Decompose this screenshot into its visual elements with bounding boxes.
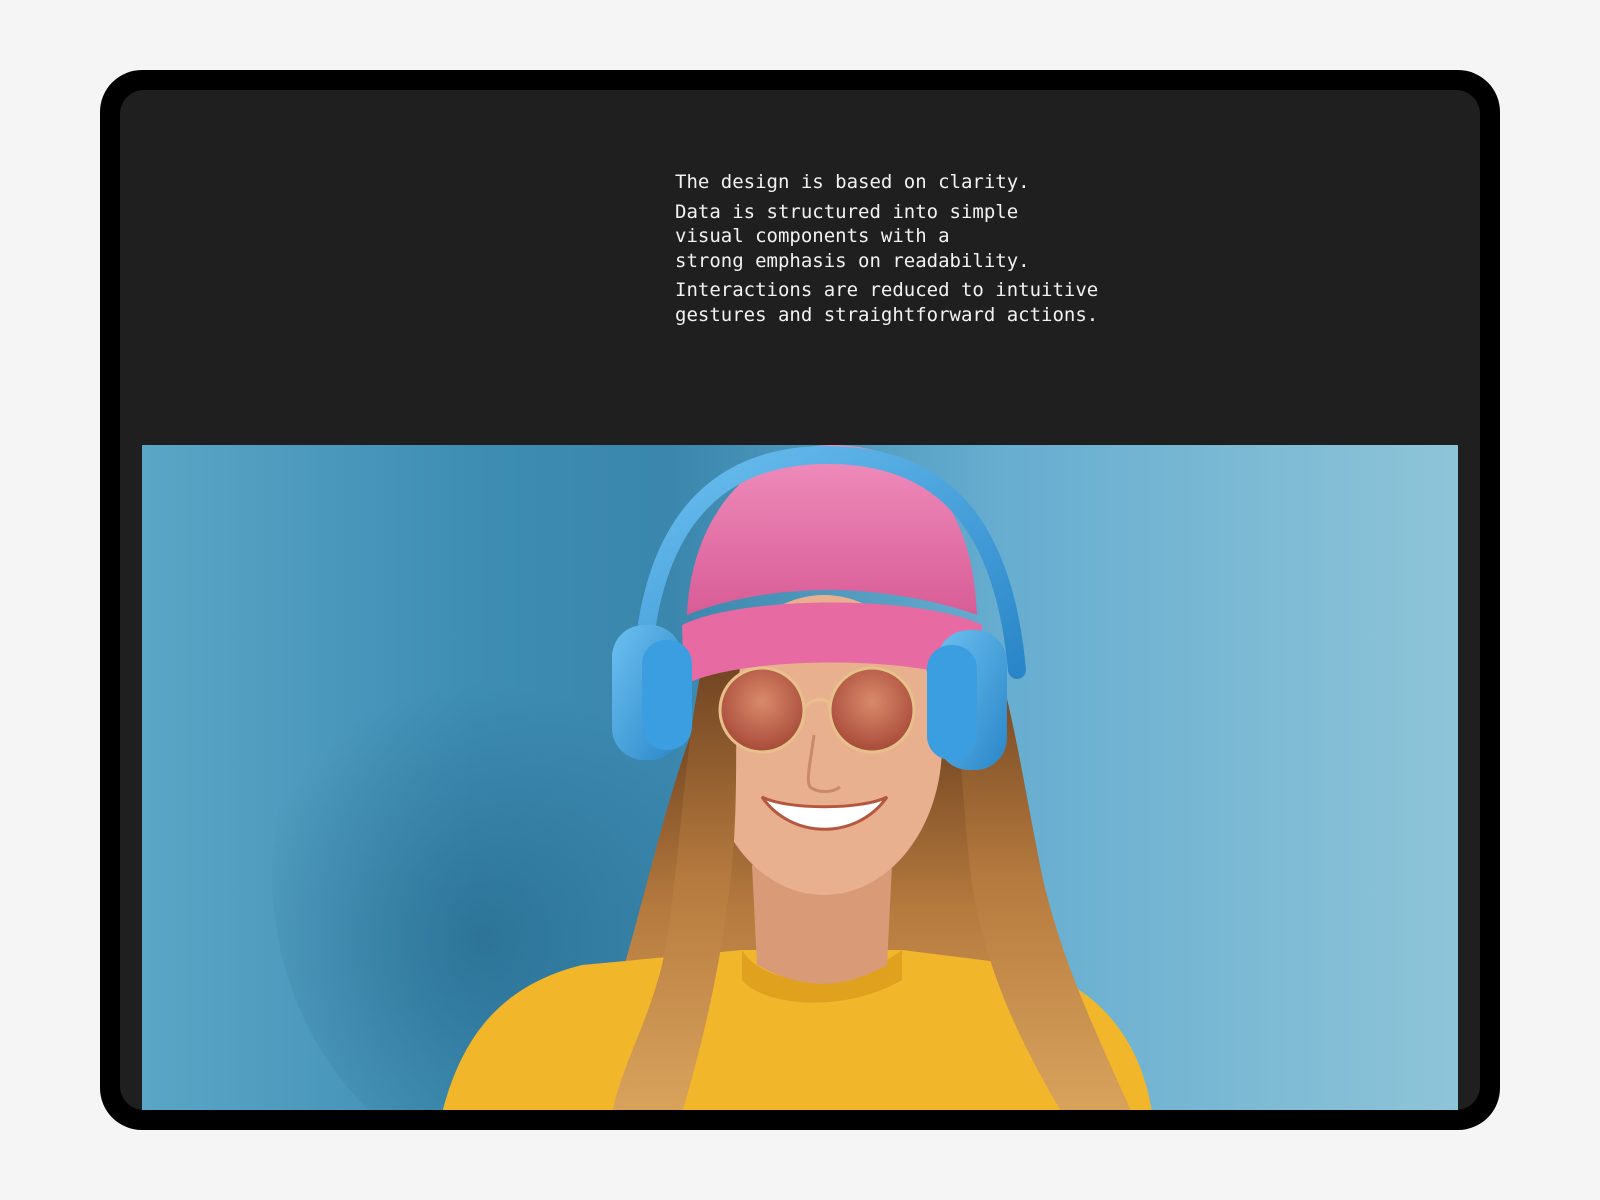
sunglasses-left-lens [718, 666, 806, 754]
headphone-left-cushion [642, 640, 692, 750]
woman-with-headphones-illustration [142, 445, 1458, 1110]
sunglasses-right-lens [828, 666, 916, 754]
copy-paragraph-clarity: The design is based on clarity. [675, 171, 1030, 193]
tablet-device-frame: The design is based on clarity. Data is … [100, 70, 1500, 1130]
copy-paragraph-interactions: Interactions are reduced to intuitive ge… [675, 279, 1099, 326]
tablet-screen: The design is based on clarity. Data is … [120, 90, 1480, 1110]
intro-copy: The design is based on clarity. Data is … [675, 170, 1195, 332]
headphone-right-cushion [927, 645, 977, 760]
copy-paragraph-data-structure: Data is structured into simple visual co… [675, 200, 1030, 272]
hero-photo [142, 445, 1458, 1110]
